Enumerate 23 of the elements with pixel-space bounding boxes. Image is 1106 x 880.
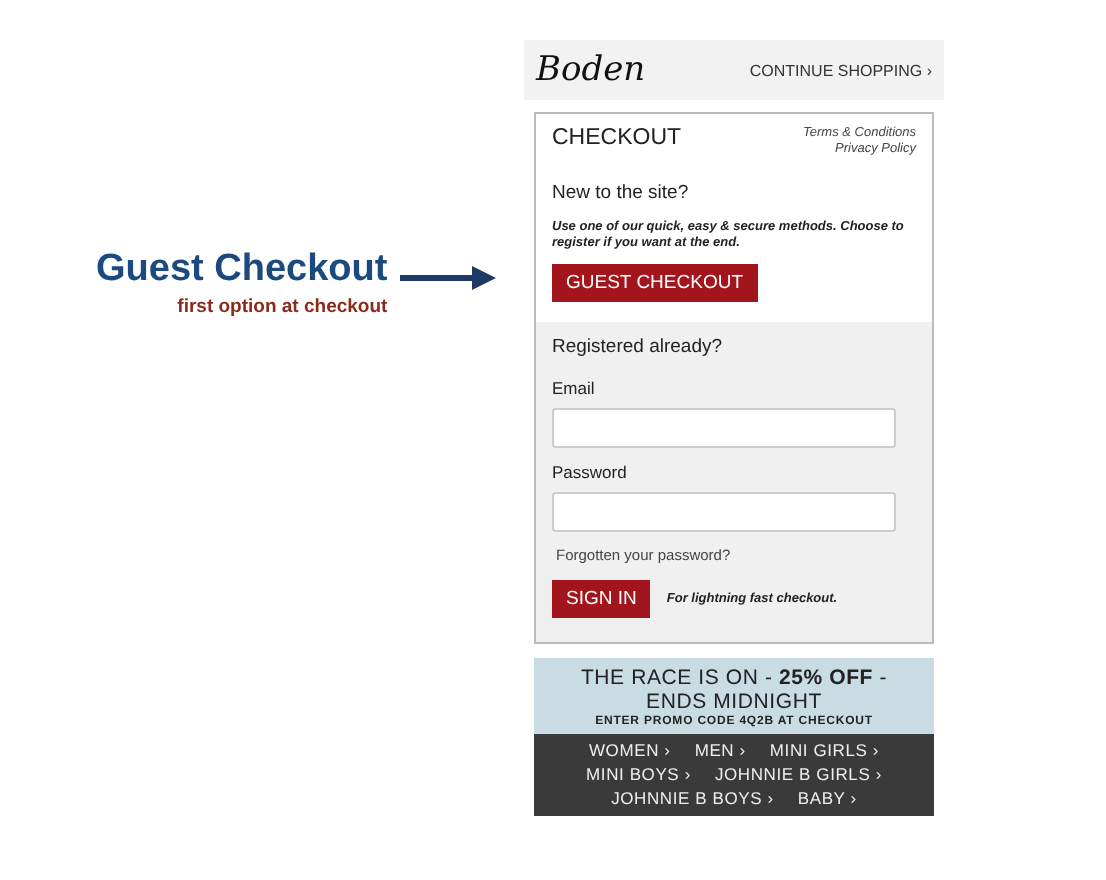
promo-headline: THE RACE IS ON - 25% OFF - — [580, 665, 888, 690]
category-link[interactable]: MEN › — [694, 739, 746, 760]
annotation-subtitle: first option at checkout — [177, 296, 388, 318]
annotation-title: Guest Checkout — [96, 248, 388, 292]
category-link[interactable]: BABY › — [797, 787, 857, 808]
password-label: Password — [552, 461, 629, 482]
password-field[interactable] — [552, 491, 896, 532]
sign-in-button[interactable]: SIGN IN — [552, 579, 651, 618]
category-link[interactable]: WOMEN › — [588, 739, 671, 760]
category-link[interactable]: MINI GIRLS › — [769, 739, 880, 760]
email-field[interactable] — [552, 407, 896, 448]
category-link[interactable]: JOHNNIE B BOYS › — [611, 787, 774, 808]
checkout-title: CHECKOUT — [552, 126, 682, 150]
category-link[interactable]: JOHNNIE B GIRLS › — [714, 763, 882, 784]
arrow-icon — [399, 264, 496, 292]
continue-shopping-link[interactable]: CONTINUE SHOPPING › — [749, 61, 932, 79]
category-link[interactable]: MINI BOYS › — [586, 763, 691, 784]
new-customer-heading: New to the site? — [552, 181, 691, 204]
logo[interactable]: Boden — [536, 50, 646, 90]
promo-headline: ENDS MIDNIGHT — [646, 689, 822, 714]
guest-checkout-button[interactable]: GUEST CHECKOUT — [552, 263, 758, 302]
registered-heading: Registered already? — [552, 335, 725, 358]
email-label: Email — [552, 377, 597, 398]
